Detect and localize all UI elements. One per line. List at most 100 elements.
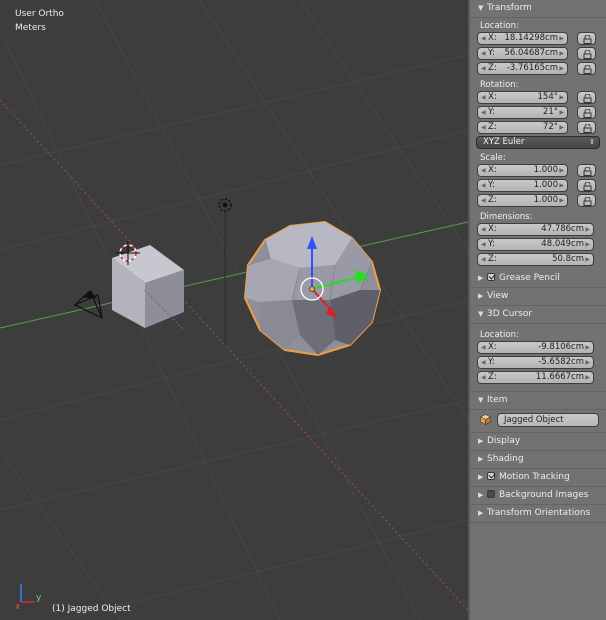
3d-cursor-title: 3D Cursor	[487, 309, 533, 319]
scale-field[interactable]: ◀ X: 1.000 ▶	[477, 164, 568, 177]
axis-label: Z:	[488, 372, 497, 382]
location-field[interactable]: ◀ Z: -3.76165cm ▶	[477, 62, 568, 75]
cursor-location-field[interactable]: ◀ Z: 11.6667cm ▶	[477, 371, 594, 384]
rotation-row: ◀ X: 154° ▶	[477, 91, 606, 105]
axis-label: Y:	[488, 107, 495, 117]
decrement-arrow-icon[interactable]: ◀	[481, 372, 486, 383]
decrement-arrow-icon[interactable]: ◀	[481, 357, 486, 368]
decrement-arrow-icon[interactable]: ◀	[481, 195, 486, 206]
scale-field[interactable]: ◀ Y: 1.000 ▶	[477, 179, 568, 192]
location-row: ◀ X: 18.14298cm ▶	[477, 32, 606, 46]
lock-toggle-icon[interactable]	[577, 194, 596, 207]
item-panel-header[interactable]: ▼ Item	[470, 391, 606, 410]
axis-label: Y:	[488, 180, 495, 190]
collapsed-triangle-icon: ▶	[478, 509, 484, 517]
dimensions-field[interactable]: ◀ X: 47.786cm ▶	[477, 223, 594, 236]
axis-label: X:	[488, 165, 497, 175]
transform-title: Transform	[487, 3, 532, 13]
3d-viewport[interactable]: User Ortho Meters y x (1) Jagged Object	[0, 0, 468, 620]
axis-label: Y:	[488, 239, 495, 249]
rotation-field[interactable]: ◀ Y: 21° ▶	[477, 106, 568, 119]
y-axis-line	[0, 221, 468, 329]
cursor-location-row: ◀ X: -9.8106cm ▶	[477, 341, 606, 355]
jagged-object[interactable]	[243, 220, 382, 357]
increment-arrow-icon[interactable]: ▶	[559, 33, 564, 44]
decrement-arrow-icon[interactable]: ◀	[481, 48, 486, 59]
increment-arrow-icon[interactable]: ▶	[559, 195, 564, 206]
object-name-field[interactable]: Jagged Object	[497, 413, 599, 427]
3d-cursor-panel-header[interactable]: ▼ 3D Cursor	[470, 306, 606, 324]
scale-field[interactable]: ◀ Z: 1.000 ▶	[477, 194, 568, 207]
rotation-mode-dropdown[interactable]: XYZ Euler ⇕	[476, 136, 600, 149]
lock-toggle-icon[interactable]	[577, 47, 596, 60]
dimensions-field[interactable]: ◀ Z: 50.8cm ▶	[477, 253, 594, 266]
motion-tracking-checkbox[interactable]	[487, 472, 495, 480]
lock-toggle-icon[interactable]	[577, 62, 596, 75]
axis-orientation-widget: y x	[12, 578, 48, 613]
lock-toggle-icon[interactable]	[577, 91, 596, 104]
transform-orientations-panel-header[interactable]: ▶ Transform Orientations	[470, 505, 606, 523]
background-images-title: Background Images	[499, 490, 589, 500]
shading-title: Shading	[487, 454, 524, 464]
location-field[interactable]: ◀ X: 18.14298cm ▶	[477, 32, 568, 45]
properties-panel[interactable]: ▼ Transform Location: ◀ X: 18.14298cm ▶ ◀ Y: 56…	[468, 0, 606, 620]
lock-toggle-icon[interactable]	[577, 121, 596, 134]
rotation-label: Rotation:	[480, 80, 519, 90]
increment-arrow-icon[interactable]: ▶	[585, 224, 590, 235]
transform-panel-header[interactable]: ▼ Transform	[470, 0, 606, 18]
increment-arrow-icon[interactable]: ▶	[585, 357, 590, 368]
lock-toggle-icon[interactable]	[577, 106, 596, 119]
transform-orientations-title: Transform Orientations	[487, 508, 591, 518]
display-panel-header[interactable]: ▶ Display	[470, 432, 606, 451]
decrement-arrow-icon[interactable]: ◀	[481, 122, 486, 133]
decrement-arrow-icon[interactable]: ◀	[481, 33, 486, 44]
camera-object[interactable]	[73, 290, 103, 320]
dimensions-row: ◀ Z: 50.8cm ▶	[477, 253, 606, 267]
decrement-arrow-icon[interactable]: ◀	[481, 254, 486, 265]
field-value: -5.6582cm	[538, 357, 584, 367]
increment-arrow-icon[interactable]: ▶	[559, 48, 564, 59]
lock-toggle-icon[interactable]	[577, 32, 596, 45]
increment-arrow-icon[interactable]: ▶	[585, 239, 590, 250]
motion-tracking-panel-header[interactable]: ▶ Motion Tracking	[470, 469, 606, 487]
shading-panel-header[interactable]: ▶ Shading	[470, 451, 606, 469]
increment-arrow-icon[interactable]: ▶	[559, 63, 564, 74]
rotation-field[interactable]: ◀ X: 154° ▶	[477, 91, 568, 104]
decrement-arrow-icon[interactable]: ◀	[481, 224, 486, 235]
increment-arrow-icon[interactable]: ▶	[559, 180, 564, 191]
cursor-location-field[interactable]: ◀ X: -9.8106cm ▶	[477, 341, 594, 354]
decrement-arrow-icon[interactable]: ◀	[481, 239, 486, 250]
grease-pencil-panel-header[interactable]: ▶ Grease Pencil	[470, 270, 606, 288]
decrement-arrow-icon[interactable]: ◀	[481, 63, 486, 74]
increment-arrow-icon[interactable]: ▶	[585, 254, 590, 265]
increment-arrow-icon[interactable]: ▶	[559, 122, 564, 133]
grease-pencil-checkbox[interactable]	[487, 273, 495, 281]
location-field[interactable]: ◀ Y: 56.04687cm ▶	[477, 47, 568, 60]
scale-label: Scale:	[480, 153, 506, 163]
decrement-arrow-icon[interactable]: ◀	[481, 92, 486, 103]
increment-arrow-icon[interactable]: ▶	[559, 92, 564, 103]
lock-toggle-icon[interactable]	[577, 179, 596, 192]
decrement-arrow-icon[interactable]: ◀	[481, 107, 486, 118]
increment-arrow-icon[interactable]: ▶	[585, 342, 590, 353]
cube-object[interactable]	[112, 245, 185, 331]
field-value: 11.6667cm	[535, 372, 584, 382]
axis-label: X:	[488, 92, 497, 102]
viewport-scene	[0, 0, 468, 620]
lamp-object[interactable]	[218, 198, 232, 345]
collapsed-triangle-icon: ▶	[478, 274, 484, 282]
view-panel-header[interactable]: ▶ View	[470, 288, 606, 306]
rotation-field[interactable]: ◀ Z: 72° ▶	[477, 121, 568, 134]
collapsed-triangle-icon: ▶	[478, 292, 484, 300]
increment-arrow-icon[interactable]: ▶	[585, 372, 590, 383]
increment-arrow-icon[interactable]: ▶	[559, 165, 564, 176]
background-images-panel-header[interactable]: ▶ Background Images	[470, 487, 606, 505]
decrement-arrow-icon[interactable]: ◀	[481, 342, 486, 353]
decrement-arrow-icon[interactable]: ◀	[481, 180, 486, 191]
dimensions-field[interactable]: ◀ Y: 48.049cm ▶	[477, 238, 594, 251]
decrement-arrow-icon[interactable]: ◀	[481, 165, 486, 176]
cursor-location-field[interactable]: ◀ Y: -5.6582cm ▶	[477, 356, 594, 369]
background-images-checkbox[interactable]	[487, 490, 495, 498]
lock-toggle-icon[interactable]	[577, 164, 596, 177]
increment-arrow-icon[interactable]: ▶	[559, 107, 564, 118]
